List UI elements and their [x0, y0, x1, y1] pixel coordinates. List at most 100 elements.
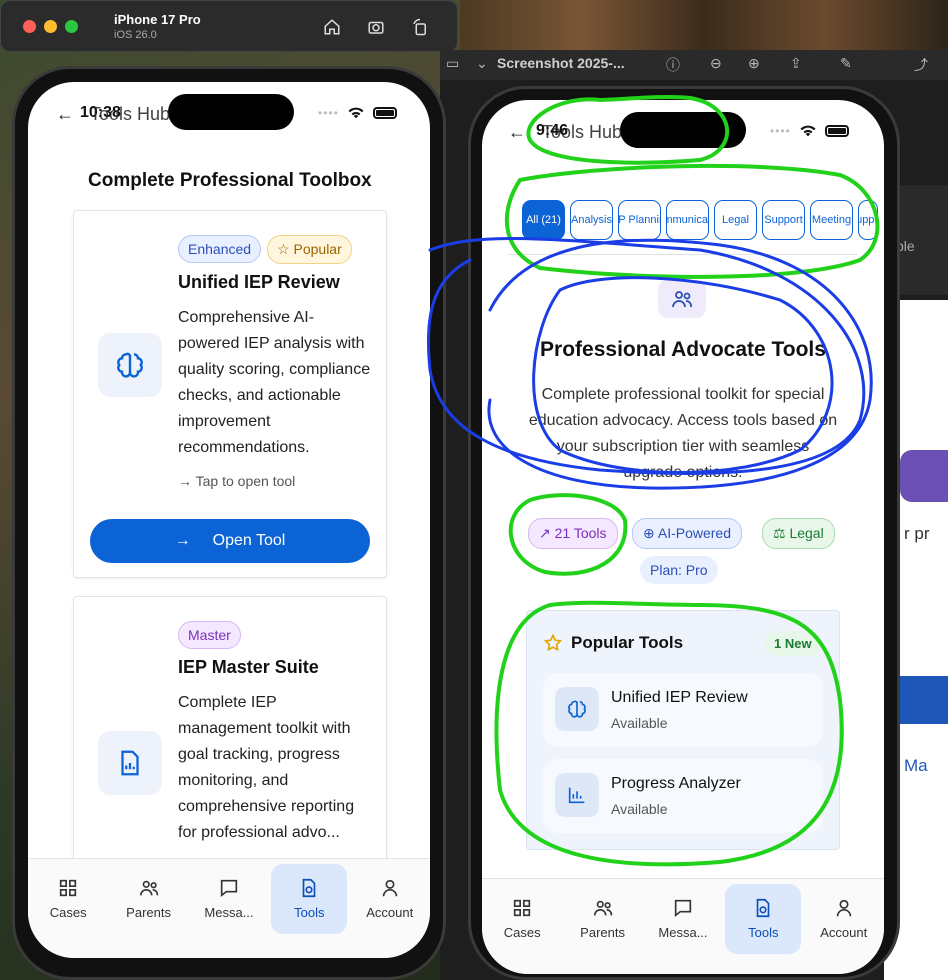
filter-support[interactable]: Support [762, 200, 805, 240]
arrow-right-icon: → [174, 532, 191, 549]
hero-description: Complete professional toolkit for specia… [528, 386, 838, 481]
close-button[interactable] [23, 19, 36, 33]
sidebar-icon[interactable]: ▭ [446, 55, 459, 72]
wifi-icon [348, 107, 364, 119]
popular-badge: ☆ Popular [267, 235, 352, 264]
minimize-button[interactable] [44, 19, 57, 33]
simulator-toolbar: iPhone 17 Pro iOS 26.0 [0, 0, 458, 52]
report-icon [98, 731, 162, 795]
edge-app-icon [900, 450, 948, 502]
back-arrow-icon[interactable]: ← [508, 122, 526, 143]
info-icon[interactable]: ⓘ [666, 55, 680, 75]
tab-label: Tools [748, 925, 779, 940]
wifi-icon [800, 125, 816, 137]
card-title: Unified IEP Review [178, 272, 340, 292]
popular-item-progress[interactable]: Progress Analyzer Available [543, 759, 823, 833]
tab-tools[interactable]: Tools [271, 863, 348, 934]
brain-icon [98, 333, 162, 397]
item-name: Progress Analyzer [611, 775, 741, 792]
message-icon [220, 879, 238, 898]
grid-icon [514, 899, 531, 917]
people-icon [139, 880, 158, 896]
right-screen: 9:46 •••• ← Tools Hub All (21) Analysis … [482, 100, 884, 974]
tools-count: 21 Tools [554, 525, 607, 541]
simulator-title: iPhone 17 Pro iOS 26.0 [114, 12, 201, 41]
battery-icon [824, 125, 849, 137]
tab-label: Messa... [658, 925, 708, 940]
badge-row: Enhanced ☆ Popular [178, 235, 374, 264]
tab-account[interactable]: Account [806, 897, 882, 940]
tab-parents[interactable]: Parents [565, 897, 641, 940]
ai-powered: AI-Powered [657, 525, 732, 541]
tab-label: Account [366, 905, 414, 920]
filter-meeting[interactable]: Meeting [810, 200, 853, 240]
edge-text-ma: Ma [904, 756, 928, 775]
hero-icon [658, 280, 706, 318]
ai-powered-pill: ⊕ AI-Powered [632, 518, 743, 549]
popular-header: Popular Tools [543, 633, 683, 653]
status-icons: •••• [770, 124, 849, 138]
nav-bar: ← Tools Hub [508, 122, 622, 143]
share-icon[interactable]: ⇪ [790, 55, 802, 72]
tool-card-unified-iep[interactable]: Enhanced ☆ Popular Unified IEP Review Com… [73, 210, 387, 578]
person-icon [836, 899, 851, 917]
message-icon [674, 899, 692, 918]
filter-support-2[interactable]: Support [858, 200, 878, 240]
item-status: Available [611, 715, 668, 731]
status-icons: •••• [318, 106, 397, 120]
bar-chart-icon [555, 773, 599, 817]
tab-label: Account [820, 925, 868, 940]
tab-cases[interactable]: Cases [484, 897, 560, 940]
open-tool-button[interactable]: → Open Tool [90, 519, 370, 563]
item-name: Unified IEP Review [611, 689, 748, 706]
tab-label: Parents [126, 905, 171, 920]
chevron-down-icon[interactable]: ⌄ [476, 55, 488, 72]
tab-messages[interactable]: Messa... [645, 897, 721, 940]
os-version: iOS 26.0 [114, 28, 157, 41]
tools-icon [303, 878, 316, 898]
markup-icon[interactable]: ✎ [840, 55, 852, 72]
card-description: Complete IEP management toolkit with goa… [178, 694, 355, 841]
tab-cases[interactable]: Cases [30, 877, 106, 920]
filter-analysis[interactable]: Analysis [570, 200, 613, 240]
tab-label: Cases [49, 905, 87, 920]
open-tool-label: Open Tool [212, 532, 286, 549]
item-status: Available [611, 801, 668, 817]
dynamic-island [168, 94, 294, 130]
edge-text-pr: r pr [904, 524, 930, 543]
zoom-button[interactable] [65, 19, 78, 33]
battery-icon [372, 107, 397, 119]
category-filters: All (21) Analysis IEP Planning Communica… [522, 200, 878, 240]
section-title: Complete Professional Toolbox [88, 170, 372, 191]
nav-title: Tools Hub [90, 104, 171, 124]
device-name: iPhone 17 Pro [114, 11, 201, 27]
plan-pill: Plan: Pro [640, 556, 718, 584]
grid-icon [60, 879, 77, 897]
tab-parents[interactable]: Parents [111, 877, 187, 920]
filter-iep-planning[interactable]: IEP Planning [618, 200, 661, 240]
zoom-out-icon[interactable]: ⊖ [710, 55, 722, 72]
preview-title: Screenshot 2025-... [497, 55, 625, 71]
window-controls [23, 19, 78, 33]
rotate-icon[interactable] [409, 16, 431, 38]
rotate-icon[interactable]: ⤴ [914, 55, 928, 75]
popular-tools-card: Popular Tools 1 New Unified IEP Review A… [526, 610, 840, 850]
back-arrow-icon[interactable]: ← [56, 104, 74, 125]
star-icon [543, 633, 563, 652]
legal: Legal [789, 525, 824, 541]
filter-legal[interactable]: Legal [714, 200, 757, 240]
simulator-actions [321, 16, 431, 38]
filter-communication[interactable]: Communication [666, 200, 709, 240]
tab-messages[interactable]: Messa... [191, 877, 267, 920]
home-icon[interactable] [321, 16, 343, 38]
filter-all[interactable]: All (21) [522, 200, 565, 240]
zoom-in-icon[interactable]: ⊕ [748, 55, 760, 72]
tab-label: Tools [294, 905, 325, 920]
popular-item-unified-iep[interactable]: Unified IEP Review Available [543, 673, 823, 747]
tab-label: Messa... [204, 905, 254, 920]
card-body: Master IEP Master Suite Complete IEP man… [178, 621, 374, 846]
screenshot-icon[interactable] [365, 16, 387, 38]
tab-account[interactable]: Account [352, 877, 428, 920]
master-badge: Master [178, 621, 241, 649]
tab-tools[interactable]: Tools [725, 883, 802, 954]
